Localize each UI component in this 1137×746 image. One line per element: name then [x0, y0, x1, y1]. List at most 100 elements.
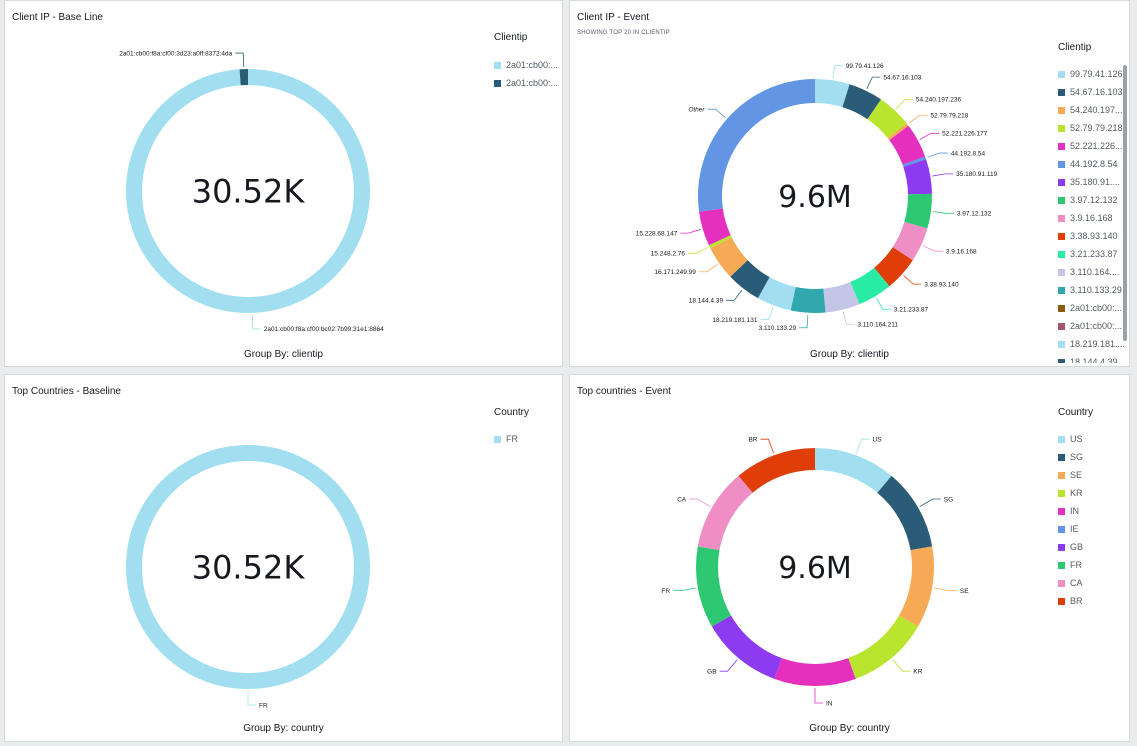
legend-label: 18.219.181.... — [1070, 339, 1126, 349]
group-by-label: Group By: clientip — [244, 349, 323, 360]
legend-label: 52.221.226.... — [1070, 141, 1126, 151]
legend-label: SE — [1070, 470, 1083, 480]
legend-swatch — [1058, 471, 1065, 479]
legend-label: 3.110.164.... — [1070, 267, 1120, 277]
group-by-label: Group By: clientip — [810, 349, 889, 360]
legend-item[interactable]: 3.21.233.87 — [1058, 245, 1126, 263]
legend-item[interactable]: 2a01:cb00:... — [494, 56, 562, 74]
legend: Country FR — [5, 375, 562, 741]
legend-item[interactable]: 3.97.12.132 — [1058, 191, 1126, 209]
legend-item[interactable]: 2a01:cb00:... — [494, 74, 562, 92]
legend-label: 2a01:cb00:... — [506, 78, 559, 88]
legend: Clientip 99.79.41.126 54.67.16.103 54.240.… — [570, 1, 1129, 366]
legend-item[interactable]: 35.180.91.... — [1058, 173, 1126, 191]
legend-item[interactable]: 3.110.164.... — [1058, 263, 1126, 281]
legend-item[interactable]: FR — [494, 430, 562, 448]
legend-swatch — [1058, 196, 1065, 204]
panel-client-ip-event: Client IP - Event SHOWING TOP 20 IN CLIE… — [569, 0, 1130, 367]
legend-label: KR — [1070, 488, 1083, 498]
legend-swatch — [1058, 304, 1065, 312]
legend-label: IN — [1070, 506, 1079, 516]
legend-swatch — [1058, 322, 1065, 330]
legend: Country US SG SE KR IN IE GB FR CA BR — [570, 375, 1129, 741]
legend: Clientip 2a01:cb00:... 2a01:cb00:... — [5, 1, 562, 366]
legend-swatch — [1058, 286, 1065, 294]
legend-list: US SG SE KR IN IE GB FR CA BR — [1058, 430, 1126, 614]
legend-item[interactable]: US — [1058, 430, 1126, 448]
legend-swatch — [1058, 178, 1065, 186]
panel-client-ip-baseline: Client IP - Base Line 2a01:cb00:f8a:cf00… — [4, 0, 563, 367]
legend-label: GB — [1070, 542, 1084, 552]
legend-list: FR — [494, 430, 562, 450]
legend-label: BR — [1070, 596, 1083, 606]
legend-swatch — [1058, 124, 1065, 132]
legend-list: 99.79.41.126 54.67.16.103 54.240.197.... 52… — [1058, 65, 1126, 363]
legend-swatch — [1058, 106, 1065, 114]
legend-label: 3.9.16.168 — [1070, 213, 1113, 223]
legend-title: Clientip — [1058, 42, 1092, 53]
legend-label: 52.79.79.218 — [1070, 123, 1123, 133]
legend-item[interactable]: SG — [1058, 448, 1126, 466]
panel-top-countries-event: Top countries - Event US SG SE KR IN GB FR CA BR… — [569, 374, 1130, 742]
legend-label: FR — [506, 434, 518, 444]
legend-label: 2a01:cb00:... — [1070, 321, 1123, 331]
legend-item[interactable]: FR — [1058, 556, 1126, 574]
legend-item[interactable]: CA — [1058, 574, 1126, 592]
legend-item[interactable]: KR — [1058, 484, 1126, 502]
legend-label: SG — [1070, 452, 1084, 462]
legend-swatch — [1058, 160, 1065, 168]
legend-label: 3.97.12.132 — [1070, 195, 1118, 205]
legend-label: FR — [1070, 560, 1082, 570]
legend-swatch — [1058, 507, 1065, 515]
legend-item[interactable]: 44.192.8.54 — [1058, 155, 1126, 173]
legend-item[interactable]: 2a01:cb00:... — [1058, 299, 1126, 317]
group-by-label: Group By: country — [809, 723, 890, 734]
legend-swatch — [1058, 579, 1065, 587]
legend-swatch — [1058, 88, 1065, 96]
legend-label: 2a01:cb00:... — [506, 60, 559, 70]
legend-label: 54.67.16.103 — [1070, 87, 1123, 97]
legend-label: 3.38.93.140 — [1070, 231, 1118, 241]
legend-item[interactable]: 3.38.93.140 — [1058, 227, 1126, 245]
legend-swatch — [1058, 70, 1065, 78]
legend-item[interactable]: 52.79.79.218 — [1058, 119, 1126, 137]
legend-item[interactable]: 99.79.41.126 — [1058, 65, 1126, 83]
legend-swatch — [1058, 525, 1065, 533]
group-by-label: Group By: country — [243, 723, 324, 734]
legend-item[interactable]: 54.67.16.103 — [1058, 83, 1126, 101]
legend-title: Country — [494, 407, 530, 418]
legend-swatch — [1058, 214, 1065, 222]
legend-item[interactable]: IE — [1058, 520, 1126, 538]
legend-label: 3.21.233.87 — [1070, 249, 1118, 259]
legend-swatch — [1058, 453, 1065, 461]
legend-swatch — [1058, 561, 1065, 569]
legend-title: Clientip — [494, 32, 528, 43]
legend-swatch — [1058, 543, 1065, 551]
legend-list: 2a01:cb00:... 2a01:cb00:... — [494, 56, 562, 96]
legend-label: 2a01:cb00:... — [1070, 303, 1123, 313]
legend-swatch — [1058, 250, 1065, 258]
legend-item[interactable]: SE — [1058, 466, 1126, 484]
legend-item[interactable]: 3.110.133.29 — [1058, 281, 1126, 299]
legend-label: 54.240.197.... — [1070, 105, 1126, 115]
legend-label: 99.79.41.126 — [1070, 69, 1123, 79]
legend-item[interactable]: GB — [1058, 538, 1126, 556]
legend-label: IE — [1070, 524, 1079, 534]
legend-swatch — [1058, 435, 1065, 443]
legend-label: 35.180.91.... — [1070, 177, 1121, 187]
legend-item[interactable]: 52.221.226.... — [1058, 137, 1126, 155]
legend-item[interactable]: 54.240.197.... — [1058, 101, 1126, 119]
legend-swatch — [494, 435, 501, 443]
legend-swatch — [494, 79, 501, 87]
panel-top-countries-baseline: Top Countries - Baseline FR 30.52K Countr… — [4, 374, 563, 742]
legend-item[interactable]: 3.9.16.168 — [1058, 209, 1126, 227]
legend-swatch — [1058, 268, 1065, 276]
legend-item[interactable]: 2a01:cb00:... — [1058, 317, 1126, 335]
legend-swatch — [1058, 340, 1065, 348]
legend-item[interactable]: BR — [1058, 592, 1126, 610]
legend-swatch — [1058, 597, 1065, 605]
legend-label: CA — [1070, 578, 1083, 588]
legend-scrollbar[interactable] — [1123, 65, 1127, 341]
legend-swatch — [1058, 142, 1065, 150]
legend-item[interactable]: IN — [1058, 502, 1126, 520]
